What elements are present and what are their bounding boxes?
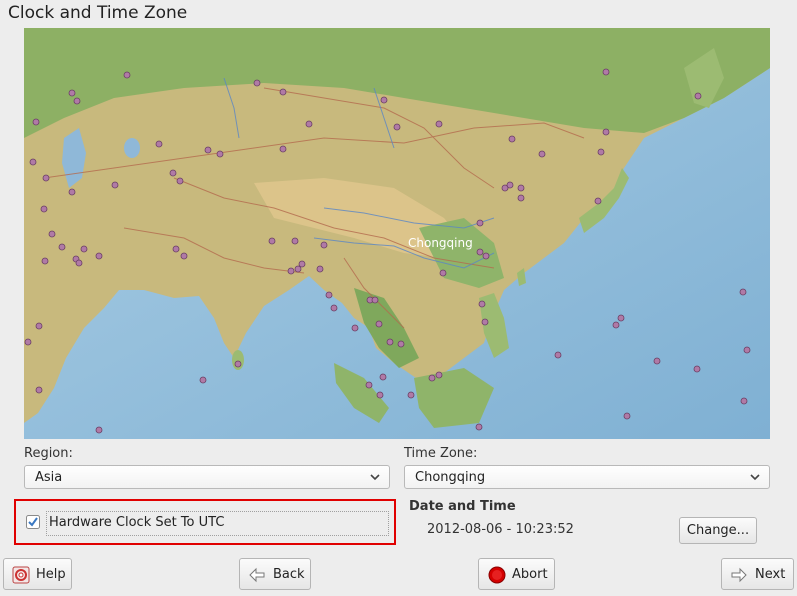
chevron-down-icon xyxy=(370,474,380,481)
region-label: Region: xyxy=(24,446,73,461)
stop-icon xyxy=(488,566,506,584)
lifebuoy-icon xyxy=(12,566,30,584)
chevron-down-icon xyxy=(750,474,760,481)
timezone-map[interactable]: Chongqing xyxy=(24,28,770,439)
back-arrow-icon xyxy=(249,567,265,583)
region-value: Asia xyxy=(35,470,63,485)
region-select[interactable]: Asia xyxy=(24,465,390,489)
back-label: Back xyxy=(273,567,305,582)
selected-city-label: Chongqing xyxy=(408,236,473,250)
hardware-clock-checkbox[interactable] xyxy=(26,515,40,529)
page-title: Clock and Time Zone xyxy=(8,3,188,23)
abort-button[interactable]: Abort xyxy=(478,558,555,590)
date-time-heading: Date and Time xyxy=(409,499,516,514)
next-arrow-icon xyxy=(731,567,747,583)
hardware-clock-label[interactable]: Hardware Clock Set To UTC xyxy=(49,515,224,530)
change-datetime-button[interactable]: Change... xyxy=(679,517,757,544)
date-time-value: 2012-08-06 - 10:23:52 xyxy=(427,522,574,537)
abort-label: Abort xyxy=(512,567,548,582)
next-label: Next xyxy=(755,567,786,582)
next-button[interactable]: Next xyxy=(721,558,794,590)
help-label: Help xyxy=(36,567,66,582)
back-button[interactable]: Back xyxy=(239,558,311,590)
timezone-select[interactable]: Chongqing xyxy=(404,465,770,489)
timezone-label: Time Zone: xyxy=(404,446,478,461)
help-button[interactable]: Help xyxy=(3,558,72,590)
timezone-value: Chongqing xyxy=(415,470,486,485)
